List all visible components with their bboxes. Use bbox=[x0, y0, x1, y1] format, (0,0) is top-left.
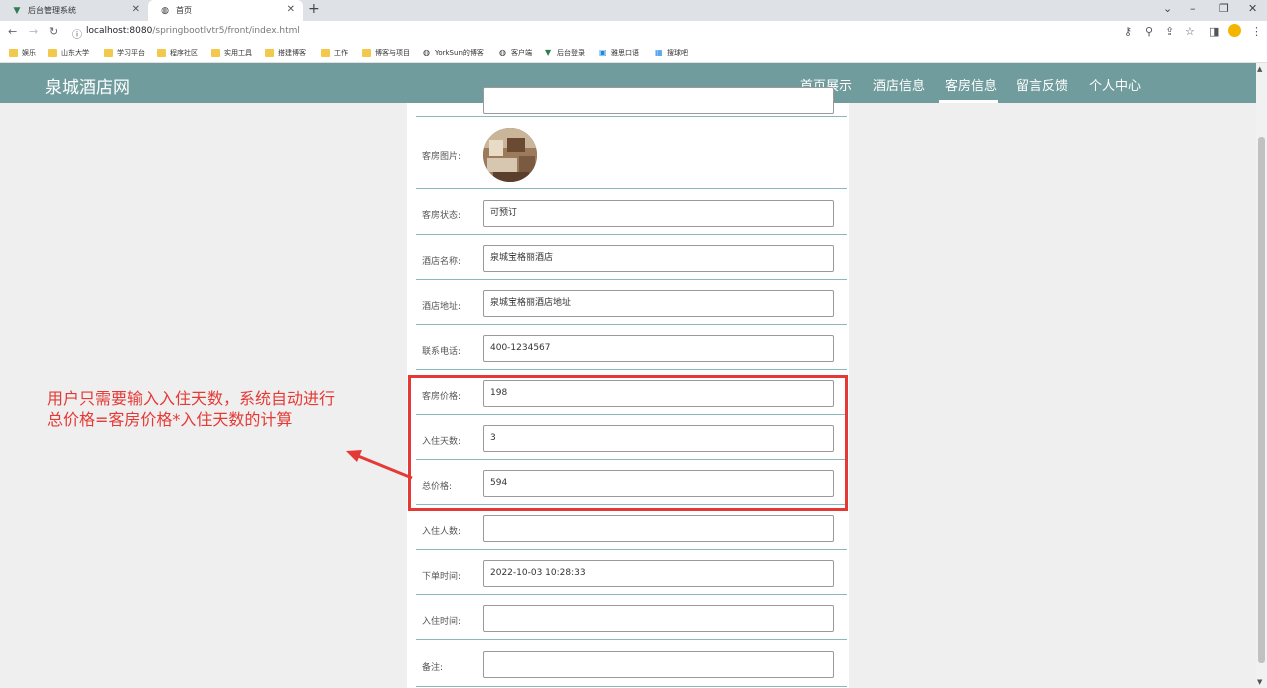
nav-item-feedback[interactable]: 留言反馈 bbox=[1016, 75, 1068, 94]
close-icon[interactable]: ✕ bbox=[287, 4, 295, 15]
tab-label: 后台管理系统 bbox=[28, 6, 76, 15]
info-icon: ⓘ bbox=[72, 30, 82, 41]
new-tab-icon[interactable]: + bbox=[308, 1, 320, 17]
vue-logo-icon: ▼ bbox=[545, 48, 552, 57]
hotel-name-input[interactable]: 泉城宝格丽酒店 bbox=[483, 245, 834, 272]
vue-logo-icon: ▼ bbox=[13, 5, 21, 16]
folder-icon bbox=[265, 49, 274, 57]
folder-icon bbox=[48, 49, 57, 57]
order-time-label: 下单时间: bbox=[422, 572, 462, 582]
annotation-line-2: 总价格=客房价格*入住天数的计算 bbox=[47, 410, 293, 429]
globe-icon: ◍ bbox=[423, 48, 430, 57]
checkin-time-label: 入住时间: bbox=[422, 617, 462, 627]
browser-tab-bar: ▼ 后台管理系统 ✕ ◍ 首页 ✕ + ⌄ – ❐ ✕ bbox=[0, 0, 1267, 21]
folder-icon bbox=[9, 49, 18, 57]
address-bar: ← → ↻ ⓘ localhost:8080/springbootlvtr5/f… bbox=[0, 21, 1267, 44]
profile-avatar-icon[interactable] bbox=[1228, 24, 1241, 37]
grid-icon: ▦ bbox=[655, 48, 663, 57]
menu-icon[interactable]: ⋮ bbox=[1251, 25, 1262, 38]
scroll-thumb[interactable] bbox=[1258, 137, 1265, 663]
nav-item-profile[interactable]: 个人中心 bbox=[1089, 75, 1141, 94]
hotel-address-label: 酒店地址: bbox=[422, 302, 462, 312]
reload-icon[interactable]: ↻ bbox=[49, 25, 58, 38]
form-row-guest-count: 入住人数: bbox=[416, 505, 847, 550]
folder-icon bbox=[157, 49, 166, 57]
phone-input[interactable]: 400-1234567 bbox=[483, 335, 834, 362]
nav-item-hotels[interactable]: 酒店信息 bbox=[873, 75, 925, 94]
highlight-box bbox=[408, 375, 848, 511]
guest-count-label: 入住人数: bbox=[422, 527, 462, 537]
hotel-address-input[interactable]: 泉城宝格丽酒店地址 bbox=[483, 290, 834, 317]
close-icon[interactable]: ✕ bbox=[132, 4, 140, 15]
form-input[interactable] bbox=[483, 87, 834, 114]
active-nav-indicator bbox=[939, 100, 998, 103]
bookmark-link[interactable]: ◍ 客户端 bbox=[499, 48, 532, 58]
form-row-hotel-address: 酒店地址: 泉城宝格丽酒店地址 bbox=[416, 280, 847, 325]
bookmark-folder[interactable]: 娱乐 bbox=[9, 48, 36, 58]
order-time-input[interactable]: 2022-10-03 10:28:33 bbox=[483, 560, 834, 587]
minimize-icon[interactable]: – bbox=[1190, 2, 1196, 15]
site-brand[interactable]: 泉城酒店网 bbox=[45, 73, 130, 98]
room-photo-icon bbox=[483, 128, 537, 182]
nav-item-rooms[interactable]: 客房信息 bbox=[945, 75, 997, 94]
globe-icon: ◍ bbox=[161, 5, 169, 16]
bookmark-folder[interactable]: 山东大学 bbox=[48, 48, 89, 58]
room-status-label: 客房状态: bbox=[422, 211, 462, 221]
calendar-icon: ▣ bbox=[599, 48, 607, 57]
scroll-up-icon[interactable]: ▲ bbox=[1257, 65, 1262, 73]
form-row-room-status: 客房状态: 可预订 bbox=[416, 189, 847, 235]
form-row-image: 客房图片: bbox=[416, 117, 847, 189]
phone-label: 联系电话: bbox=[422, 347, 462, 357]
bookmark-link[interactable]: ▦ 搜球吧 bbox=[655, 48, 688, 58]
side-panel-icon[interactable]: ◨ bbox=[1209, 25, 1219, 38]
share-icon[interactable]: ⇪ bbox=[1165, 25, 1174, 38]
bookmark-link[interactable]: ▼ 后台登录 bbox=[545, 48, 585, 58]
bookmark-folder[interactable]: 博客与项目 bbox=[362, 48, 410, 58]
folder-icon bbox=[104, 49, 113, 57]
restore-icon[interactable]: ❐ bbox=[1219, 2, 1229, 15]
guest-count-input[interactable] bbox=[483, 515, 834, 542]
folder-icon bbox=[211, 49, 220, 57]
folder-icon bbox=[362, 49, 371, 57]
room-image bbox=[483, 128, 537, 182]
bookmark-folder[interactable]: 工作 bbox=[321, 48, 348, 58]
remarks-input[interactable] bbox=[483, 651, 834, 678]
bookmark-link[interactable]: ▣ 雅思口语 bbox=[599, 48, 639, 58]
annotation-text: 用户只需要输入入住天数，系统自动进行 总价格=客房价格*入住天数的计算 bbox=[47, 388, 335, 430]
folder-icon bbox=[321, 49, 330, 57]
zoom-icon[interactable]: ⚲ bbox=[1145, 25, 1153, 38]
tab-admin[interactable]: ▼ 后台管理系统 ✕ bbox=[0, 0, 148, 21]
tab-home[interactable]: ◍ 首页 ✕ bbox=[148, 0, 303, 21]
hotel-name-label: 酒店名称: bbox=[422, 257, 462, 267]
form-row bbox=[416, 87, 847, 117]
forward-icon[interactable]: → bbox=[29, 25, 38, 38]
bookmark-folder[interactable]: 实用工具 bbox=[211, 48, 252, 58]
form-row-hotel-name: 酒店名称: 泉城宝格丽酒店 bbox=[416, 235, 847, 280]
bookmark-folder[interactable]: 学习平台 bbox=[104, 48, 145, 58]
checkin-time-input[interactable] bbox=[483, 605, 834, 632]
room-status-input[interactable]: 可预订 bbox=[483, 200, 834, 227]
globe-icon: ◍ bbox=[499, 48, 506, 57]
close-window-icon[interactable]: ✕ bbox=[1248, 2, 1257, 15]
form-row-remarks: 备注: bbox=[416, 640, 847, 687]
tab-label: 首页 bbox=[176, 6, 192, 15]
remarks-label: 备注: bbox=[422, 663, 444, 673]
bookmark-folder[interactable]: 搭建博客 bbox=[265, 48, 306, 58]
annotation-line-1: 用户只需要输入入住天数，系统自动进行 bbox=[47, 389, 336, 408]
star-icon[interactable]: ☆ bbox=[1185, 25, 1195, 38]
bookmark-link[interactable]: ◍ YorkSun的博客 bbox=[423, 48, 484, 58]
bookmark-folder[interactable]: 程序社区 bbox=[157, 48, 198, 58]
form-row-phone: 联系电话: 400-1234567 bbox=[416, 325, 847, 370]
key-icon[interactable]: ⚷ bbox=[1124, 25, 1132, 38]
back-icon[interactable]: ← bbox=[8, 25, 17, 38]
form-row-order-time: 下单时间: 2022-10-03 10:28:33 bbox=[416, 550, 847, 595]
room-image-label: 客房图片: bbox=[422, 152, 462, 162]
url-field[interactable]: localhost:8080/springbootlvtr5/front/ind… bbox=[86, 26, 300, 36]
scroll-down-icon[interactable]: ▼ bbox=[1257, 678, 1262, 686]
tab-search-icon[interactable]: ⌄ bbox=[1163, 2, 1172, 15]
form-row-checkin-time: 入住时间: bbox=[416, 595, 847, 640]
bookmarks-bar: 娱乐 山东大学 学习平台 程序社区 实用工具 搭建博客 工作 博客与项目 ◍ Yo… bbox=[0, 44, 1267, 63]
page-scrollbar[interactable]: ▲ ▼ bbox=[1256, 63, 1267, 688]
